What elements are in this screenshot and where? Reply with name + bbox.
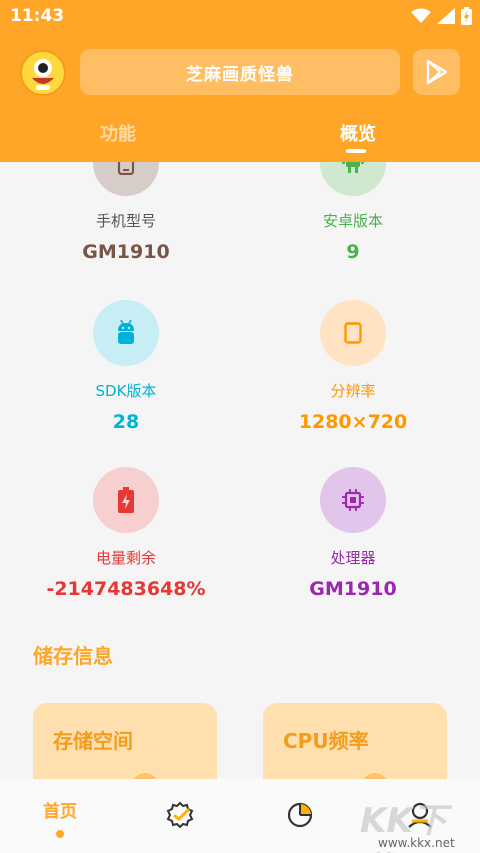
cpu-frequency-card[interactable]: CPU频率: [263, 703, 447, 779]
nav-verified[interactable]: [120, 779, 240, 853]
nav-home[interactable]: 首页: [0, 779, 120, 853]
battery-icon: [461, 7, 472, 25]
info-label: 处理器: [330, 549, 376, 567]
storage-section-title: 储存信息: [33, 644, 113, 668]
info-label: 电量剩余: [95, 549, 156, 567]
info-label: 分辨率: [330, 382, 376, 400]
signal-icon: [437, 8, 455, 24]
watermark-url: www.kkx.net: [378, 836, 455, 850]
info-processor: 处理器 GM1910: [253, 467, 453, 600]
info-resolution: 分辨率 1280×720: [253, 300, 453, 433]
status-icons: [411, 7, 472, 25]
app-header: 11:43 芝麻画质怪兽 功能 概览: [0, 0, 480, 162]
nav-home-label: 首页: [43, 802, 77, 822]
storage-space-card[interactable]: 存储空间: [33, 703, 217, 779]
wifi-icon: [411, 8, 431, 23]
status-time: 11:43: [10, 6, 65, 26]
android-icon: [320, 162, 386, 196]
app-title-box[interactable]: 芝麻画质怪兽: [80, 49, 400, 95]
info-value: -2147483648%: [46, 578, 206, 600]
active-tab-indicator: [346, 149, 366, 153]
tab-function[interactable]: 功能: [100, 120, 136, 146]
play-button[interactable]: [413, 49, 460, 95]
info-sdk-version: SDK版本 28: [26, 300, 226, 433]
info-label: 手机型号: [95, 212, 156, 230]
tab-overview[interactable]: 概览: [340, 120, 376, 146]
info-value: GM1910: [82, 241, 170, 263]
monster-logo-icon: [22, 52, 64, 94]
nav-active-dot: [56, 830, 64, 838]
status-bar: 11:43: [0, 0, 480, 32]
android-robot-icon: [93, 300, 159, 366]
battery-charging-icon: [93, 467, 159, 533]
info-value: 28: [112, 411, 140, 433]
info-value: GM1910: [309, 578, 397, 600]
card-title: CPU频率: [283, 729, 369, 753]
play-store-icon: [426, 60, 447, 84]
info-label: SDK版本: [95, 382, 157, 400]
nav-stats[interactable]: [240, 779, 360, 853]
info-value: 9: [346, 241, 360, 263]
app-title: 芝麻画质怪兽: [186, 64, 294, 85]
info-value: 1280×720: [298, 411, 408, 433]
pie-chart-icon: [287, 802, 313, 828]
card-title: 存储空间: [53, 729, 133, 753]
cpu-icon: [320, 467, 386, 533]
info-battery: 电量剩余 -2147483648%: [26, 467, 226, 600]
app-avatar[interactable]: [20, 50, 66, 96]
info-label: 安卓版本: [322, 212, 383, 230]
verified-badge-icon: [166, 801, 194, 829]
phone-icon: [93, 162, 159, 196]
info-phone-model: 手机型号 GM1910: [26, 162, 226, 263]
overview-content[interactable]: 手机型号 GM1910 安卓版本 9 SDK版本 28 分辨率 1280×720…: [0, 162, 480, 779]
screen-icon: [320, 300, 386, 366]
info-android-version: 安卓版本 9: [253, 162, 453, 263]
